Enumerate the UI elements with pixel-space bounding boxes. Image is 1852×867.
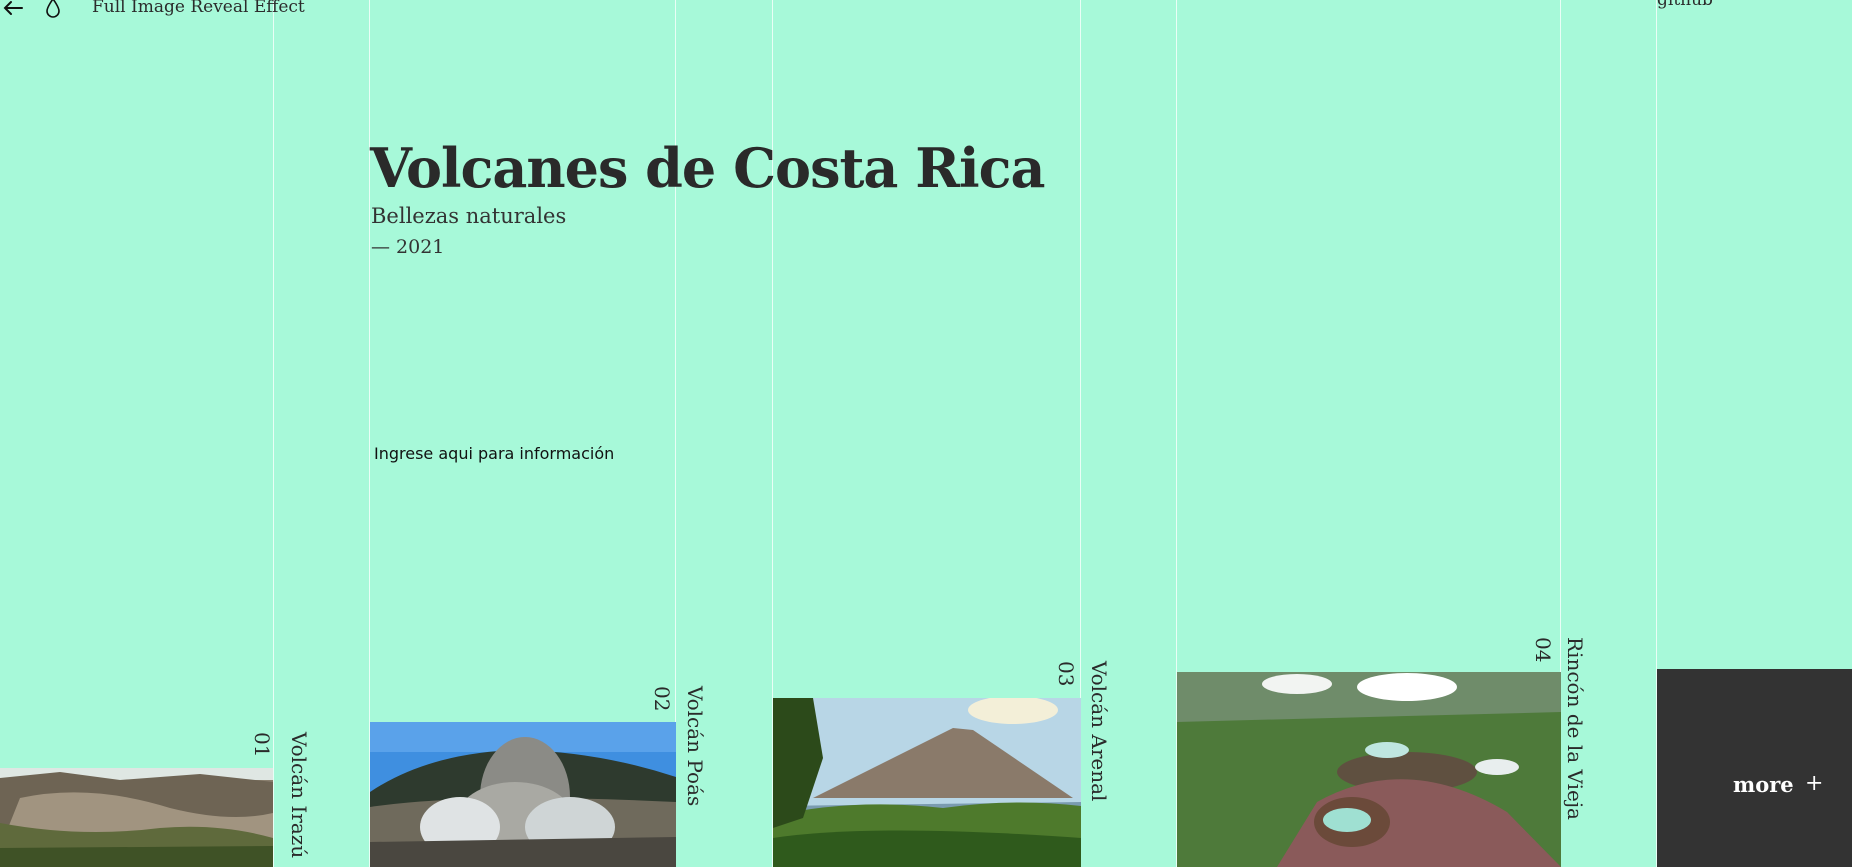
item-number: 03 [1054, 661, 1078, 687]
volcano-image-irazu[interactable] [0, 768, 273, 867]
drop-icon[interactable] [45, 0, 61, 18]
item-number: 01 [250, 732, 274, 758]
volcano-image-rincon[interactable] [1177, 672, 1561, 867]
info-link[interactable]: Ingrese aqui para información [374, 444, 614, 463]
page-subtitle: Bellezas naturales [371, 204, 567, 228]
item-title[interactable]: Volcán Arenal [1087, 661, 1111, 801]
item-number: 04 [1531, 637, 1555, 663]
page-title: Volcanes de Costa Rica [370, 136, 1045, 200]
item-title[interactable]: Rincón de la Vieja [1563, 637, 1587, 820]
github-link[interactable]: github [1657, 0, 1713, 10]
arrow-left-icon[interactable] [2, 0, 24, 19]
demo-title-link[interactable]: Full Image Reveal Effect [92, 0, 305, 17]
more-button[interactable]: more + [1657, 669, 1852, 867]
volcano-image-poas[interactable] [370, 722, 676, 867]
volcano-image-arenal[interactable] [773, 698, 1081, 867]
plus-icon: + [1805, 771, 1824, 796]
item-number: 02 [650, 686, 674, 712]
page-year: — 2021 [371, 236, 445, 258]
item-title[interactable]: Volcán Poás [683, 686, 707, 806]
item-title[interactable]: Volcán Irazú [287, 732, 311, 858]
more-label: more [1733, 772, 1794, 797]
